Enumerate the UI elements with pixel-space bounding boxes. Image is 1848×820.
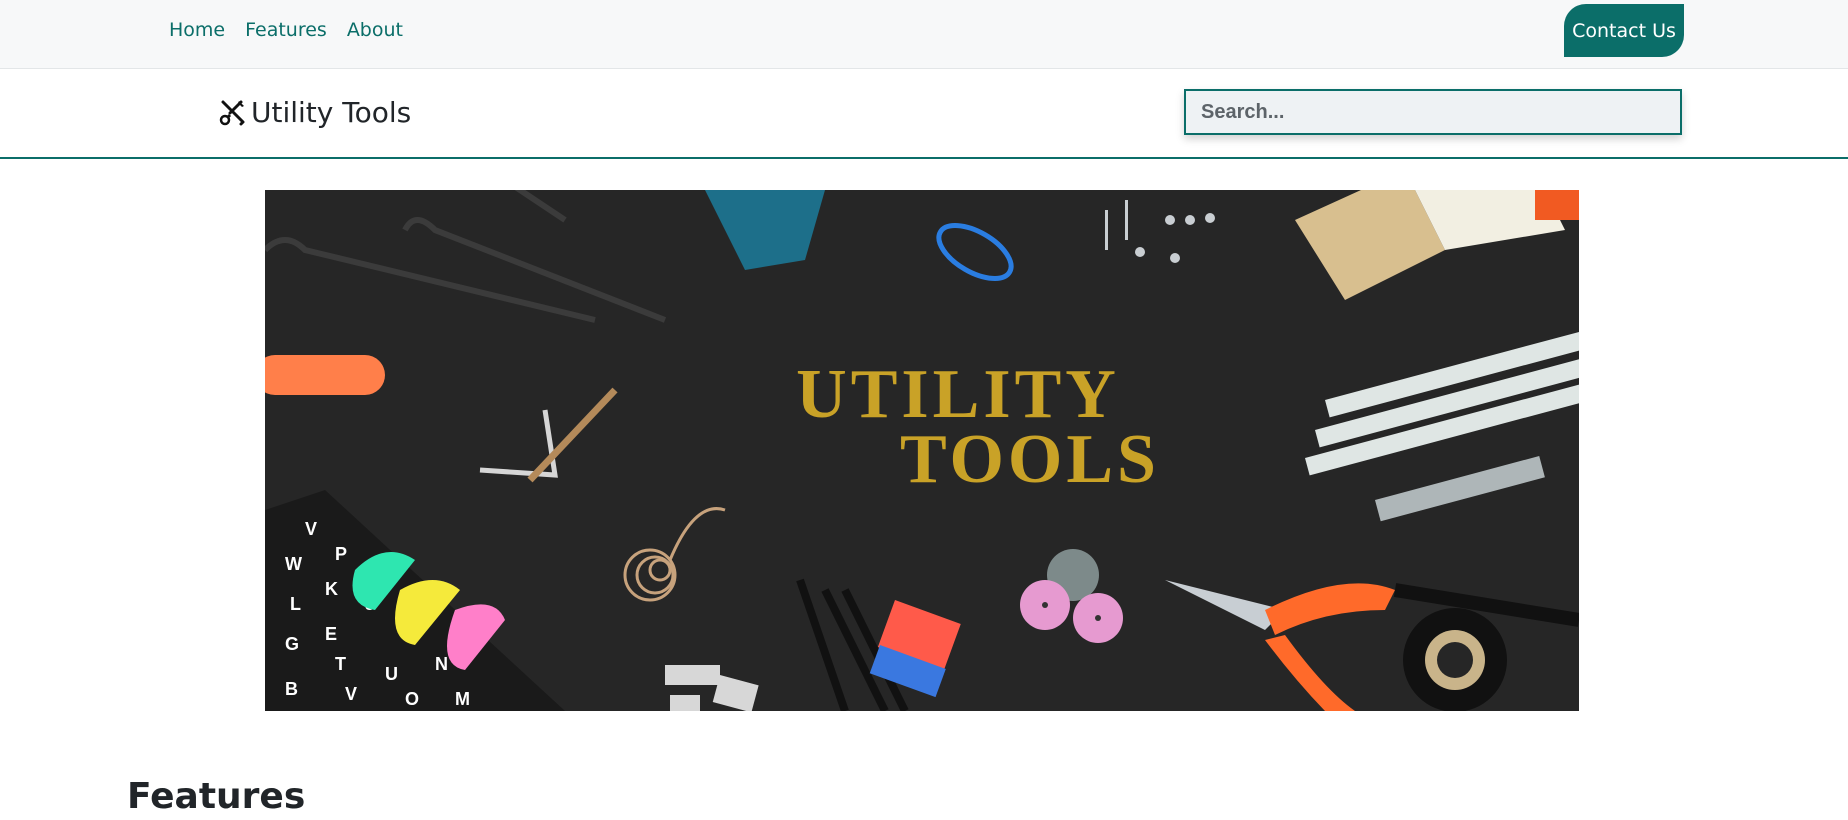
svg-text:P: P — [335, 544, 347, 564]
tools-icon — [217, 98, 247, 128]
nav-link-features[interactable]: Features — [245, 18, 327, 42]
contact-us-button[interactable]: Contact Us — [1564, 4, 1684, 57]
svg-text:T: T — [335, 654, 346, 674]
highlighter-decoration — [265, 355, 385, 395]
svg-text:G: G — [285, 634, 299, 654]
nav-link-home[interactable]: Home — [169, 18, 225, 42]
svg-text:V: V — [345, 684, 357, 704]
svg-text:N: N — [435, 654, 448, 674]
tape-roll-decoration — [1403, 608, 1507, 711]
nav-links: Home Features About — [169, 18, 403, 42]
svg-text:B: B — [285, 679, 298, 699]
hero-headline-line2: TOOLS — [900, 421, 1160, 498]
brand[interactable]: Utility Tools — [217, 96, 411, 130]
svg-text:U: U — [385, 664, 398, 684]
hero-banner-image: VPW KJL EYG TUN BVOM — [265, 190, 1579, 711]
svg-text:V: V — [305, 519, 317, 539]
brand-name: Utility Tools — [251, 96, 412, 129]
site-header: Utility Tools — [0, 69, 1848, 159]
svg-text:O: O — [405, 689, 419, 709]
svg-text:E: E — [325, 624, 337, 644]
top-navbar: Home Features About Contact Us — [0, 0, 1848, 69]
search-input[interactable] — [1184, 89, 1682, 135]
features-heading: Features — [127, 776, 306, 817]
svg-text:M: M — [455, 689, 470, 709]
nav-link-about[interactable]: About — [347, 18, 403, 42]
svg-text:W: W — [285, 554, 302, 574]
hero-illustration: VPW KJL EYG TUN BVOM — [265, 190, 1579, 711]
svg-text:L: L — [290, 594, 301, 614]
svg-text:K: K — [325, 579, 338, 599]
